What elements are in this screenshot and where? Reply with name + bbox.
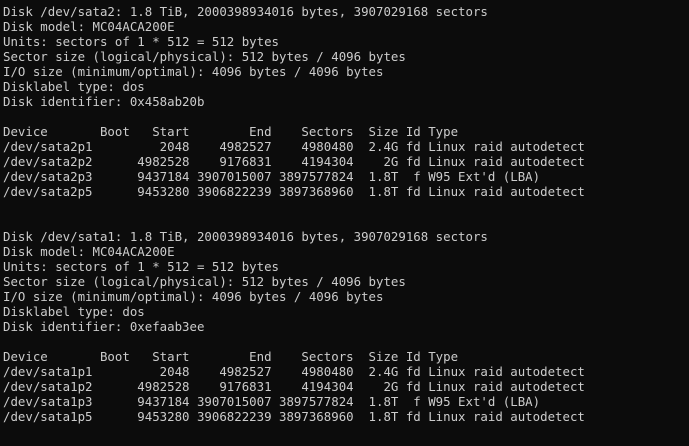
disk-header: Disk /dev/sata2: 1.8 TiB, 2000398934016 …: [3, 4, 488, 19]
disk-sector-size: Sector size (logical/physical): 512 byte…: [3, 274, 406, 289]
partition-row: /dev/sata1p2 4982528 9176831 4194304 2G …: [3, 379, 585, 394]
disk-model: Disk model: MC04ACA200E: [3, 244, 175, 259]
partition-table-header: Device Boot Start End Sectors Size Id Ty…: [3, 124, 459, 139]
partition-row: /dev/sata1p5 9453280 3906822239 38973689…: [3, 409, 585, 424]
disk-label-type: Disklabel type: dos: [3, 304, 145, 319]
disk-io-size: I/O size (minimum/optimal): 4096 bytes /…: [3, 64, 384, 79]
partition-row: /dev/sata1p1 2048 4982527 4980480 2.4G f…: [3, 364, 585, 379]
disk-units: Units: sectors of 1 * 512 = 512 bytes: [3, 34, 280, 49]
partition-row: /dev/sata2p5 9453280 3906822239 38973689…: [3, 184, 585, 199]
disk-label-type: Disklabel type: dos: [3, 79, 145, 94]
partition-row: /dev/sata2p1 2048 4982527 4980480 2.4G f…: [3, 139, 585, 154]
partition-row: /dev/sata2p3 9437184 3907015007 38975778…: [3, 169, 541, 184]
terminal-window[interactable]: Disk /dev/sata2: 1.8 TiB, 2000398934016 …: [0, 0, 689, 446]
partition-table-header: Device Boot Start End Sectors Size Id Ty…: [3, 349, 459, 364]
disk-model: Disk model: MC04ACA200E: [3, 19, 175, 34]
disk-identifier: Disk identifier: 0x458ab20b: [3, 94, 205, 109]
disk-block-sata2: Disk /dev/sata2: 1.8 TiB, 2000398934016 …: [3, 4, 689, 199]
partition-row: /dev/sata2p2 4982528 9176831 4194304 2G …: [3, 154, 585, 169]
disk-identifier: Disk identifier: 0xefaab3ee: [3, 319, 205, 334]
disk-sector-size: Sector size (logical/physical): 512 byte…: [3, 49, 406, 64]
disk-header: Disk /dev/sata1: 1.8 TiB, 2000398934016 …: [3, 229, 488, 244]
partition-row: /dev/sata1p3 9437184 3907015007 38975778…: [3, 394, 541, 409]
disk-units: Units: sectors of 1 * 512 = 512 bytes: [3, 259, 280, 274]
disk-block-sata1: Disk /dev/sata1: 1.8 TiB, 2000398934016 …: [3, 229, 689, 424]
disk-io-size: I/O size (minimum/optimal): 4096 bytes /…: [3, 289, 384, 304]
